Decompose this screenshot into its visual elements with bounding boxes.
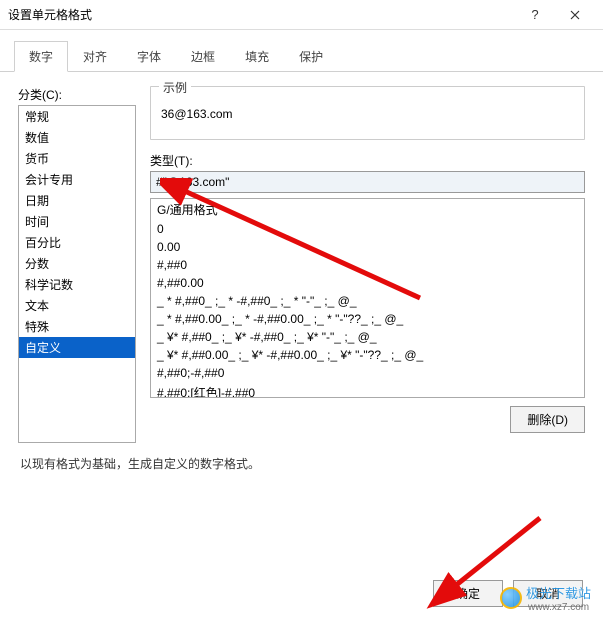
title-bar: 设置单元格格式 ? <box>0 0 603 30</box>
cancel-button[interactable]: 取消 <box>513 580 583 607</box>
category-item-special[interactable]: 特殊 <box>19 316 135 337</box>
sample-group: 示例 36@163.com <box>150 86 585 140</box>
delete-row: 删除(D) <box>150 406 585 433</box>
category-item-date[interactable]: 日期 <box>19 190 135 211</box>
format-item[interactable]: _ ¥* #,##0.00_ ;_ ¥* -#,##0.00_ ;_ ¥* "-… <box>151 346 584 364</box>
sample-label: 示例 <box>159 79 191 96</box>
close-icon <box>570 10 580 20</box>
category-column: 分类(C): 常规 数值 货币 会计专用 日期 时间 百分比 分数 科学记数 文… <box>18 86 136 443</box>
tab-number[interactable]: 数字 <box>14 41 68 72</box>
category-item-percentage[interactable]: 百分比 <box>19 232 135 253</box>
category-listbox[interactable]: 常规 数值 货币 会计专用 日期 时间 百分比 分数 科学记数 文本 特殊 自定… <box>18 105 136 443</box>
tab-bar: 数字 对齐 字体 边框 填充 保护 <box>0 30 603 72</box>
format-item[interactable]: #,##0.00 <box>151 274 584 292</box>
category-item-fraction[interactable]: 分数 <box>19 253 135 274</box>
close-button[interactable] <box>555 0 595 30</box>
format-item[interactable]: _ ¥* #,##0_ ;_ ¥* -#,##0_ ;_ ¥* "-"_ ;_ … <box>151 328 584 346</box>
tab-alignment[interactable]: 对齐 <box>68 41 122 72</box>
category-item-text[interactable]: 文本 <box>19 295 135 316</box>
format-item[interactable]: #,##0 <box>151 256 584 274</box>
category-item-scientific[interactable]: 科学记数 <box>19 274 135 295</box>
type-input[interactable] <box>150 171 585 193</box>
format-item[interactable]: G/通用格式 <box>151 199 584 220</box>
tab-border[interactable]: 边框 <box>176 41 230 72</box>
dialog-body: 分类(C): 常规 数值 货币 会计专用 日期 时间 百分比 分数 科学记数 文… <box>0 72 603 451</box>
format-item[interactable]: 0 <box>151 220 584 238</box>
window-title: 设置单元格格式 <box>8 6 515 23</box>
right-column: 示例 36@163.com 类型(T): G/通用格式 0 0.00 #,##0… <box>150 86 585 443</box>
format-listbox[interactable]: G/通用格式 0 0.00 #,##0 #,##0.00 _ * #,##0_ … <box>150 198 585 398</box>
tab-fill[interactable]: 填充 <box>230 41 284 72</box>
category-label: 分类(C): <box>18 86 136 103</box>
type-label: 类型(T): <box>150 152 585 169</box>
category-item-custom[interactable]: 自定义 <box>19 337 135 358</box>
tab-protection[interactable]: 保护 <box>284 41 338 72</box>
help-button[interactable]: ? <box>515 0 555 30</box>
description-text: 以现有格式为基础，生成自定义的数字格式。 <box>0 451 603 480</box>
dialog-footer: 确定 取消 <box>433 580 583 607</box>
format-item[interactable]: _ * #,##0.00_ ;_ * -#,##0.00_ ;_ * "-"??… <box>151 310 584 328</box>
format-item[interactable]: #,##0;[红色]-#,##0 <box>151 382 584 398</box>
category-item-time[interactable]: 时间 <box>19 211 135 232</box>
category-item-general[interactable]: 常规 <box>19 106 135 127</box>
delete-button[interactable]: 删除(D) <box>510 406 585 433</box>
category-item-currency[interactable]: 货币 <box>19 148 135 169</box>
format-item[interactable]: 0.00 <box>151 238 584 256</box>
format-item[interactable]: #,##0;-#,##0 <box>151 364 584 382</box>
category-item-number[interactable]: 数值 <box>19 127 135 148</box>
ok-button[interactable]: 确定 <box>433 580 503 607</box>
tab-font[interactable]: 字体 <box>122 41 176 72</box>
sample-value: 36@163.com <box>161 107 574 121</box>
format-item[interactable]: _ * #,##0_ ;_ * -#,##0_ ;_ * "-"_ ;_ @_ <box>151 292 584 310</box>
category-item-accounting[interactable]: 会计专用 <box>19 169 135 190</box>
